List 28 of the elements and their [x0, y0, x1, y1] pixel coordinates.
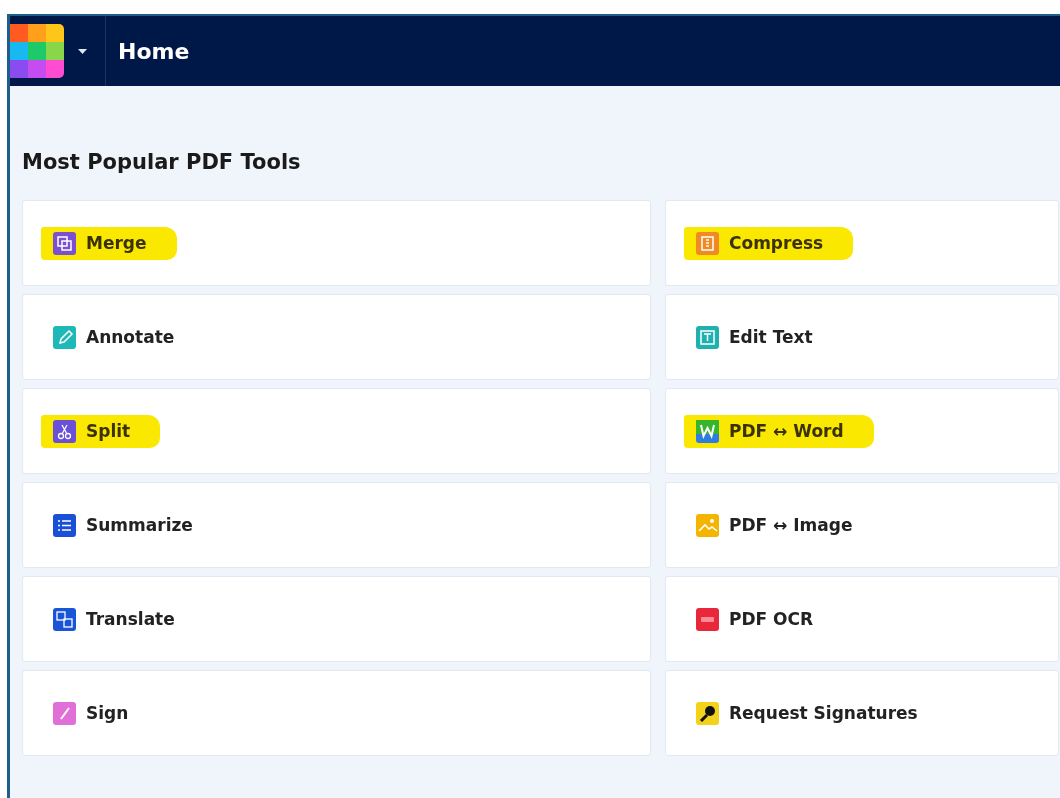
tool-card[interactable]: PDF OCR: [665, 576, 1059, 662]
tool-card[interactable]: Merge: [22, 200, 651, 286]
tool-label: PDF ↔ Word: [729, 421, 844, 441]
tool-card[interactable]: PDF ↔ Word: [665, 388, 1059, 474]
tool-card[interactable]: Annotate: [22, 294, 651, 380]
tool-card[interactable]: Split: [22, 388, 651, 474]
tool-label: Translate: [86, 609, 175, 629]
tool-card[interactable]: Sign: [22, 670, 651, 756]
tool-label: Summarize: [86, 515, 193, 535]
app-grid-logo[interactable]: [10, 24, 64, 78]
tool-label: Sign: [86, 703, 129, 723]
tool-label: Split: [86, 421, 131, 441]
tool-card[interactable]: Request Signatures: [665, 670, 1059, 756]
tool-label: PDF ↔ Image: [729, 515, 853, 535]
tool-label: Compress: [729, 233, 824, 253]
tool-card[interactable]: Summarize: [22, 482, 651, 568]
tool-card[interactable]: Translate: [22, 576, 651, 662]
tool-label: Edit Text: [729, 327, 813, 347]
page-title: Home: [118, 38, 190, 64]
caret-icon[interactable]: [78, 48, 87, 54]
tool-label: Merge: [86, 233, 147, 253]
tool-label: Annotate: [86, 327, 175, 347]
tool-card[interactable]: Compress: [665, 200, 1059, 286]
tool-card[interactable]: Edit Text: [665, 294, 1059, 380]
tool-label: PDF OCR: [729, 609, 814, 629]
section-heading: Most Popular PDF Tools: [22, 149, 302, 176]
tool-label: Request Signatures: [729, 703, 918, 723]
tool-card[interactable]: PDF ↔ Image: [665, 482, 1059, 568]
